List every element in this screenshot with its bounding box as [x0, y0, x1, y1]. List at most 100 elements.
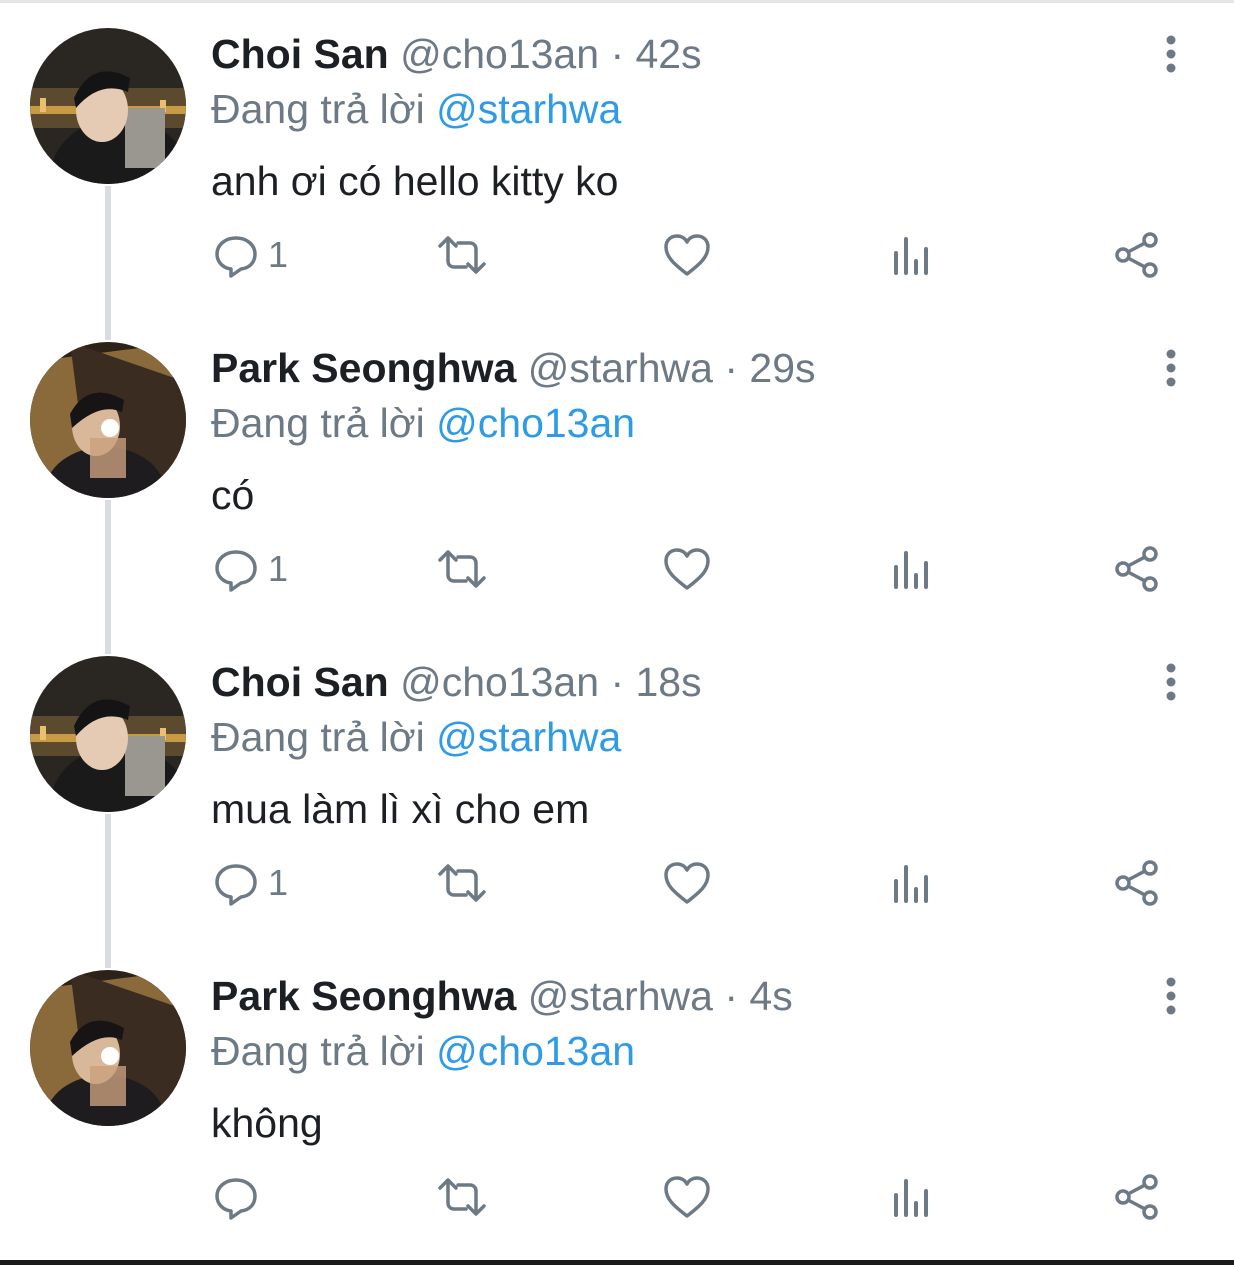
user-handle[interactable]: @starhwa	[528, 973, 713, 1019]
display-name[interactable]: Park Seonghwa	[211, 345, 516, 391]
tweet-header: Choi San @cho13an · 18s	[211, 656, 702, 708]
tweet-actions: 1	[0, 529, 1234, 609]
avatar[interactable]	[30, 28, 186, 184]
share-button[interactable]	[1112, 843, 1162, 923]
reply-button[interactable]	[212, 1157, 268, 1237]
retweet-icon	[438, 864, 486, 902]
views-button[interactable]	[890, 1157, 934, 1237]
tweet-text: có	[211, 472, 255, 518]
like-icon	[664, 1176, 710, 1218]
reply-icon	[215, 550, 257, 592]
avatar[interactable]	[30, 970, 186, 1126]
retweet-button[interactable]	[436, 529, 488, 609]
views-icon	[894, 551, 928, 589]
reply-count: 1	[268, 862, 289, 903]
retweet-button[interactable]	[436, 843, 488, 923]
reply-count: 1	[268, 234, 289, 275]
timestamp[interactable]: 18s	[636, 659, 702, 705]
share-button[interactable]	[1112, 1157, 1162, 1237]
views-button[interactable]	[890, 529, 934, 609]
mention-link[interactable]: @cho13an	[436, 1028, 635, 1074]
tweet-header: Choi San @cho13an · 42s	[211, 28, 702, 80]
tweet-actions	[0, 1157, 1234, 1237]
reply-icon	[215, 864, 257, 906]
share-icon	[1115, 1174, 1158, 1220]
like-icon	[664, 234, 710, 276]
user-handle[interactable]: @starhwa	[528, 345, 713, 391]
separator: ·	[724, 345, 738, 391]
tweet-text: anh ơi có hello kitty ko	[211, 158, 619, 204]
share-button[interactable]	[1112, 215, 1162, 295]
views-icon	[894, 237, 928, 275]
more-options-button[interactable]	[1154, 34, 1188, 74]
reply-button[interactable]: 1	[212, 215, 288, 295]
tweet-header: Park Seonghwa @starhwa · 4s	[211, 970, 793, 1022]
retweet-icon	[438, 550, 486, 588]
display-name[interactable]: Choi San	[211, 31, 389, 77]
tweet-actions: 1	[0, 843, 1234, 923]
tweet[interactable]: Park Seonghwa @starhwa · 4s Đang trả lời…	[0, 942, 1234, 1256]
like-button[interactable]	[662, 215, 712, 295]
more-options-icon	[1166, 349, 1176, 387]
reply-count: 1	[268, 548, 289, 589]
reply-context: Đang trả lời @cho13an	[211, 1024, 635, 1078]
separator: ·	[724, 973, 738, 1019]
views-button[interactable]	[890, 215, 934, 295]
reply-prefix: Đang trả lời	[211, 400, 425, 446]
reply-context: Đang trả lời @cho13an	[211, 396, 635, 450]
retweet-icon	[438, 236, 486, 274]
views-icon	[894, 865, 928, 903]
like-icon	[664, 862, 710, 904]
share-icon	[1115, 860, 1158, 906]
mention-link[interactable]: @cho13an	[436, 400, 635, 446]
views-button[interactable]	[890, 843, 934, 923]
avatar[interactable]	[30, 342, 186, 498]
tweet-text: mua làm lì xì cho em	[211, 786, 590, 832]
separator: ·	[610, 31, 625, 77]
views-icon	[894, 1179, 928, 1217]
more-options-button[interactable]	[1154, 976, 1188, 1016]
bottom-divider	[0, 1260, 1234, 1265]
retweet-button[interactable]	[436, 1157, 488, 1237]
tweet[interactable]: Choi San @cho13an · 18s Đang trả lời @st…	[0, 628, 1234, 942]
reply-prefix: Đang trả lời	[211, 86, 425, 132]
more-options-icon	[1166, 35, 1176, 73]
reply-icon	[215, 236, 257, 278]
retweet-button[interactable]	[436, 215, 488, 295]
timestamp[interactable]: 4s	[749, 973, 792, 1019]
user-handle[interactable]: @cho13an	[400, 31, 599, 77]
like-button[interactable]	[662, 843, 712, 923]
tweet-text: không	[211, 1100, 323, 1146]
tweet[interactable]: Choi San @cho13an · 42s Đang trả lời @st…	[0, 0, 1234, 314]
retweet-icon	[438, 1178, 486, 1216]
timestamp[interactable]: 29s	[749, 345, 815, 391]
more-options-button[interactable]	[1154, 662, 1188, 702]
tweet-header: Park Seonghwa @starhwa · 29s	[211, 342, 816, 394]
reply-button[interactable]: 1	[212, 529, 288, 609]
display-name[interactable]: Choi San	[211, 659, 389, 705]
more-options-button[interactable]	[1154, 348, 1188, 388]
timestamp[interactable]: 42s	[636, 31, 702, 77]
more-options-icon	[1166, 977, 1176, 1015]
share-icon	[1115, 232, 1158, 278]
reply-button[interactable]: 1	[212, 843, 288, 923]
mention-link[interactable]: @starhwa	[436, 86, 621, 132]
tweet[interactable]: Park Seonghwa @starhwa · 29s Đang trả lờ…	[0, 314, 1234, 628]
share-icon	[1115, 546, 1158, 592]
reply-context: Đang trả lời @starhwa	[211, 82, 621, 136]
display-name[interactable]: Park Seonghwa	[211, 973, 516, 1019]
avatar[interactable]	[30, 656, 186, 812]
reply-context: Đang trả lời @starhwa	[211, 710, 621, 764]
mention-link[interactable]: @starhwa	[436, 714, 621, 760]
like-button[interactable]	[662, 1157, 712, 1237]
reply-prefix: Đang trả lời	[211, 1028, 425, 1074]
share-button[interactable]	[1112, 529, 1162, 609]
tweet-actions: 1	[0, 215, 1234, 295]
like-button[interactable]	[662, 529, 712, 609]
reply-prefix: Đang trả lời	[211, 714, 425, 760]
like-icon	[664, 548, 710, 590]
user-handle[interactable]: @cho13an	[400, 659, 599, 705]
separator: ·	[610, 659, 625, 705]
reply-icon	[215, 1178, 257, 1220]
more-options-icon	[1166, 663, 1176, 701]
